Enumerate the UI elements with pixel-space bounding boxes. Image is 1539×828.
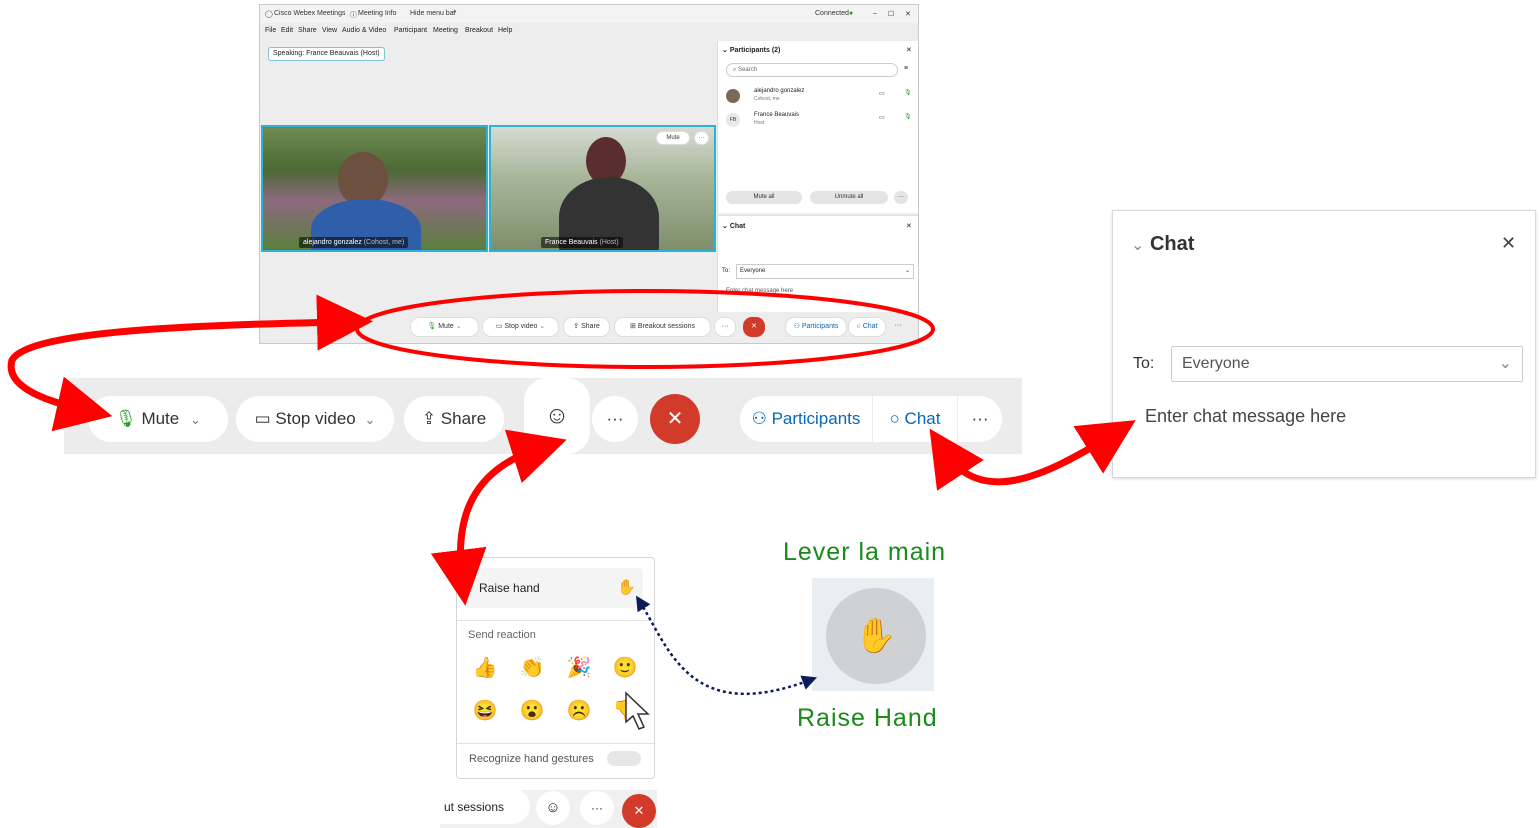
arrow-reactions-to-popup	[430, 429, 567, 606]
dotted-arrow-raise-hand	[636, 595, 818, 695]
highlight-ellipse	[355, 289, 935, 369]
arrow-chat-to-panel	[929, 420, 1136, 491]
arrow-toolbar-to-zoom	[7, 294, 373, 432]
cursor-pointer-icon	[625, 691, 650, 730]
annotation-overlay	[7, 289, 1136, 730]
